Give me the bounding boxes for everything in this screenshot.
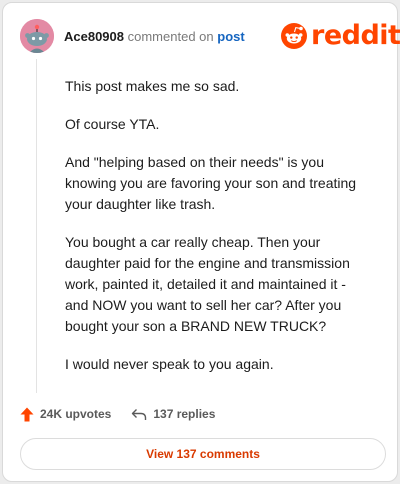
- reddit-snoo-icon: [281, 23, 307, 49]
- upvote-arrow-icon: [20, 407, 34, 421]
- upvote-button[interactable]: 24K upvotes: [20, 407, 111, 422]
- commented-on-text: commented on: [127, 29, 214, 44]
- avatar[interactable]: [20, 19, 54, 53]
- reply-count: 137 replies: [153, 407, 216, 421]
- comment-header: Ace80908 commented on post: [64, 29, 245, 45]
- reddit-wordmark: reddit: [311, 20, 400, 51]
- comment-body: This post makes me so sad. Of course YTA…: [65, 76, 365, 392]
- comment-paragraph: This post makes me so sad.: [65, 78, 240, 94]
- thread-line[interactable]: [36, 59, 37, 393]
- post-link[interactable]: post: [217, 29, 244, 44]
- reply-button[interactable]: 137 replies: [131, 407, 215, 421]
- comment-paragraph: I would never speak to you again.: [65, 356, 274, 372]
- snoo-avatar-icon: [20, 19, 54, 53]
- view-comments-button[interactable]: View 137 comments: [20, 438, 386, 470]
- reply-arrow-icon: [132, 408, 147, 420]
- comment-paragraph: You bought a car really cheap. Then your…: [65, 234, 350, 334]
- comment-card: Ace80908 commented on post reddit This p…: [2, 2, 400, 482]
- reddit-logo[interactable]: reddit: [281, 21, 400, 51]
- upvote-count: 24K upvotes: [40, 407, 112, 421]
- comment-paragraph: Of course YTA.: [65, 116, 160, 132]
- username-link[interactable]: Ace80908: [64, 29, 124, 44]
- comment-actions: 24K upvotes 137 replies: [20, 405, 215, 423]
- comment-paragraph: And "helping based on their needs" is yo…: [65, 154, 357, 212]
